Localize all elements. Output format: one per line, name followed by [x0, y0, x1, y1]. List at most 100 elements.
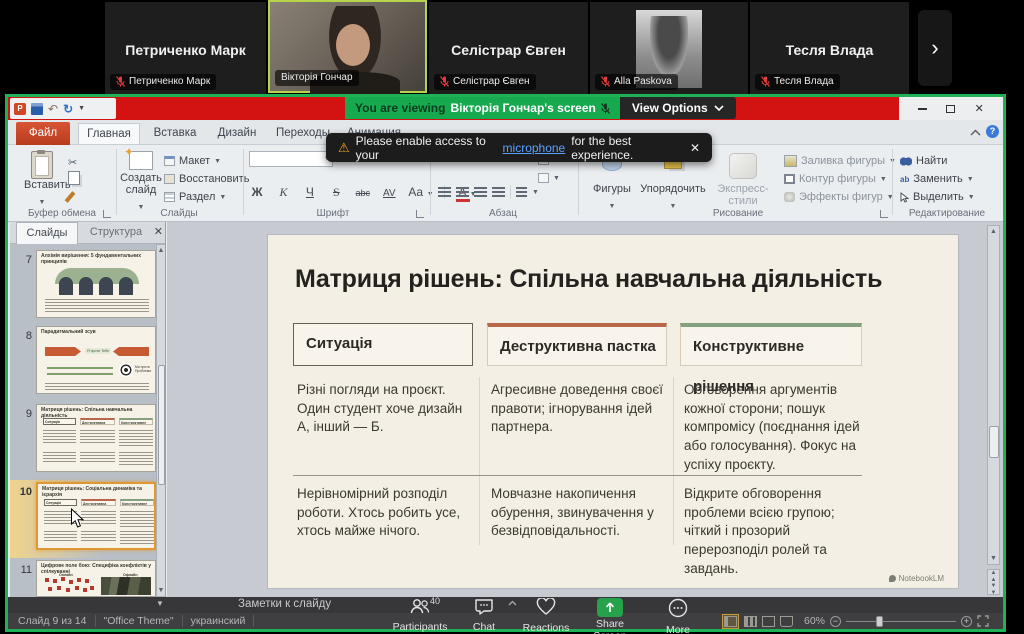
zoom-in-button[interactable]: +	[961, 616, 972, 627]
panel-close-icon[interactable]: ✕	[154, 225, 163, 238]
slide-panel-tabs: Слайды Структура ✕	[10, 222, 166, 244]
video-tile-petrychenko[interactable]: Петриченко Марк Петриченко Марк	[105, 2, 266, 95]
notes-collapse-icon[interactable]: ▼	[156, 599, 164, 608]
slide-10-thumbnail-selected[interactable]: Матриця рішень: Соціальна динаміка та іє…	[36, 482, 156, 550]
mic-muted-icon	[761, 76, 770, 87]
reactions-button[interactable]: Reactions	[514, 598, 578, 632]
tab-insert[interactable]: Вставка	[146, 123, 204, 144]
clipboard-dialog-launcher[interactable]	[103, 210, 111, 218]
qat-customize-icon[interactable]: ▼	[78, 105, 85, 112]
minimize-button[interactable]	[918, 108, 927, 110]
view-options-button[interactable]: View Options	[620, 97, 736, 119]
group-label-editing: Редактирование	[892, 208, 1002, 220]
zoom-slider[interactable]	[846, 621, 956, 622]
toast-close-icon[interactable]: ✕	[690, 141, 700, 155]
slide-9-thumbnail[interactable]: Матриця рішень: Спільна навчальна діяльн…	[36, 404, 156, 472]
tab-slides[interactable]: Слайды	[16, 222, 78, 244]
arrange-button[interactable]: Упорядочить ▼	[640, 153, 706, 213]
font-dialog-launcher[interactable]	[416, 210, 424, 218]
format-painter-icon[interactable]	[65, 191, 76, 203]
shape-outline-button[interactable]: Контур фигуры▼	[784, 173, 887, 185]
help-icon[interactable]: ?	[986, 125, 999, 138]
columns-button[interactable]	[516, 187, 527, 198]
group-label-slides: Слайды	[120, 208, 238, 220]
justify-button[interactable]	[492, 187, 505, 198]
participant-label: Селістрар Євген	[434, 74, 536, 90]
current-slide-canvas[interactable]: Матриця рішень: Спільна навчальна діяльн…	[268, 235, 958, 588]
paste-button[interactable]: Вставить ▼	[24, 151, 60, 205]
section-button[interactable]: Раздел▼	[164, 191, 226, 203]
align-text-button[interactable]: ▼	[538, 173, 560, 183]
tab-file[interactable]: Файл	[16, 122, 70, 145]
replace-button[interactable]: ab Заменить▼	[900, 173, 974, 185]
shape-fill-button[interactable]: Заливка фигуры▼	[784, 155, 896, 167]
table-cell: Мовчазне накопичення обурення, звинуваче…	[491, 485, 663, 541]
slide-7-thumbnail[interactable]: Алхімія вирішення: 5 фундаментальних при…	[36, 250, 156, 318]
tab-home[interactable]: Главная	[78, 123, 140, 144]
normal-view-button[interactable]	[722, 614, 739, 629]
tab-design[interactable]: Дизайн	[210, 123, 264, 144]
change-case-button[interactable]: Aa	[405, 185, 427, 199]
redo-icon[interactable]: ↻	[63, 102, 73, 116]
previous-next-slide-buttons[interactable]: ▲▲▼▼	[987, 569, 1000, 595]
editor-scrollbar[interactable]: ▲ ▼	[987, 225, 1000, 565]
powerpoint-logo-icon[interactable]: P	[14, 103, 26, 115]
language-indicator[interactable]: украинский	[191, 615, 246, 627]
quick-styles-button[interactable]: Экспресс-стили	[708, 153, 778, 207]
strikethrough-button[interactable]: S	[325, 185, 347, 200]
clear-strike-button[interactable]: abc	[352, 188, 374, 198]
italic-button[interactable]: К	[272, 185, 294, 200]
mic-muted-icon	[601, 103, 610, 114]
share-screen-button[interactable]: Share Screen	[578, 598, 642, 632]
layout-button[interactable]: Макет▼	[164, 155, 221, 167]
save-icon[interactable]	[31, 103, 43, 115]
find-button[interactable]: Найти	[900, 155, 947, 167]
align-center-button[interactable]	[456, 187, 469, 198]
underline-button[interactable]: Ч	[299, 185, 321, 199]
video-tile-paskova[interactable]: Alla Paskova	[590, 2, 748, 95]
microphone-link[interactable]: microphone	[503, 141, 566, 155]
close-button[interactable]: ✕	[975, 102, 984, 115]
sparkle-icon: ✦	[124, 145, 134, 159]
undo-icon[interactable]: ↶	[48, 102, 58, 116]
copy-icon[interactable]	[68, 171, 80, 185]
thumbnail-cell	[80, 430, 115, 444]
chat-button[interactable]: Chat	[452, 598, 516, 632]
next-participants-button[interactable]: ›	[918, 10, 952, 86]
video-tile-honchar-active[interactable]: Вікторія Гончар	[268, 0, 427, 93]
drawing-dialog-launcher[interactable]	[880, 210, 888, 218]
powerpoint-window: P ↶ ↻ ▼ ✕ You are viewing Вікторія Гонча…	[8, 97, 1003, 629]
collapse-ribbon-icon[interactable]	[970, 129, 981, 136]
group-label-drawing: Рисование	[668, 208, 808, 220]
shapes-button[interactable]: Фигуры ▼	[588, 153, 636, 213]
scroll-up-icon: ▲	[157, 247, 165, 254]
character-spacing-button[interactable]: AV	[378, 188, 400, 199]
fit-to-window-icon[interactable]	[977, 615, 989, 627]
cut-button[interactable]: ✂	[68, 153, 77, 171]
zoom-slider-thumb[interactable]	[876, 616, 883, 627]
slideshow-view-button[interactable]	[780, 616, 793, 627]
zoom-out-button[interactable]: −	[830, 616, 841, 627]
select-button[interactable]: Выделить▼	[900, 191, 975, 203]
slide-11-thumbnail[interactable]: Цифрове поле бою: Специфіка конфліктів у…	[36, 560, 156, 597]
align-right-button[interactable]	[474, 187, 487, 198]
font-name-combobox[interactable]: ▼	[249, 151, 333, 167]
participants-button[interactable]: 40 Participants	[388, 598, 452, 632]
video-tile-selistrar[interactable]: Селістрар Євген Селістрар Євген	[429, 2, 588, 95]
more-button[interactable]: More	[646, 598, 710, 632]
new-slide-button[interactable]: ✦ Создать слайд ▼	[120, 151, 162, 207]
align-left-button[interactable]	[438, 187, 451, 198]
reading-view-button[interactable]	[762, 616, 775, 627]
zoom-percentage[interactable]: 60%	[804, 615, 825, 627]
video-tile-teslia[interactable]: Тесля Влада Тесля Влада	[750, 2, 909, 95]
shape-effects-button[interactable]: Эффекты фигур▼	[784, 191, 894, 203]
panel-scrollbar[interactable]: ▲ ▼	[156, 244, 166, 597]
reset-button[interactable]: Восстановить	[164, 173, 249, 185]
maximize-button[interactable]	[946, 105, 955, 113]
editor-scrollbar-thumb[interactable]	[989, 426, 999, 458]
slide-sorter-view-button[interactable]	[744, 616, 757, 627]
slide-8-thumbnail[interactable]: Парадигмальний зсув Я проти Тебе Ми прот…	[36, 326, 156, 394]
panel-scrollbar-thumb[interactable]	[158, 365, 165, 485]
tab-outline[interactable]: Структура	[82, 222, 150, 244]
bold-button[interactable]: Ж	[246, 185, 268, 199]
